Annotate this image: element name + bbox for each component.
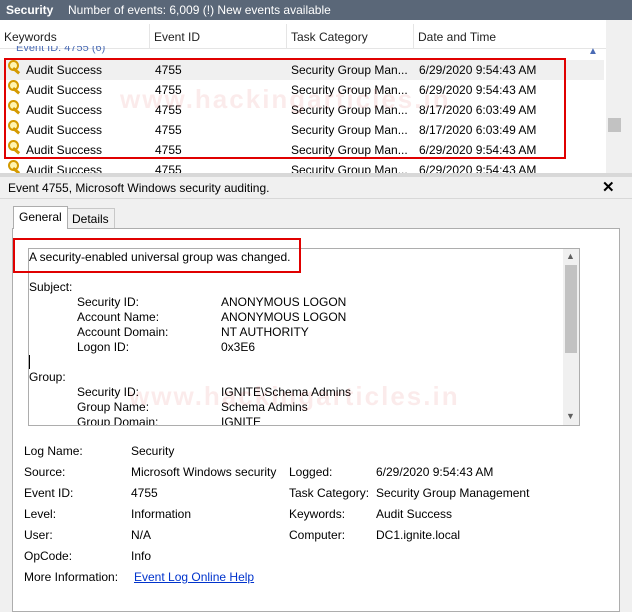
detail-header: Event 4755, Microsoft Windows security a…	[0, 178, 632, 199]
row-keyword: Audit Success	[26, 163, 103, 173]
prop-level-value: Information	[131, 507, 192, 521]
prop-user-value: N/A	[131, 528, 152, 542]
subject-field-value: 0x3E6	[221, 340, 256, 354]
close-icon[interactable]: ✕	[602, 178, 615, 198]
prop-source-label: Source:	[24, 465, 66, 479]
log-titlebar: Security Number of events: 6,009 (!) New…	[0, 0, 632, 20]
prop-task-value: Security Group Management	[376, 486, 530, 500]
prop-log-name-value: Security	[131, 444, 175, 458]
row-task-category: Security Group Man...	[291, 163, 408, 173]
event-list-scrollbar[interactable]	[606, 20, 624, 173]
subject-field-label: Account Domain:	[77, 325, 169, 339]
column-task-category[interactable]: Task Category	[287, 24, 414, 48]
prop-opcode-label: OpCode:	[24, 549, 73, 563]
subject-label: Subject:	[29, 280, 73, 294]
group-field-label: Group Domain:	[77, 415, 159, 426]
prop-log-name-label: Log Name:	[24, 444, 83, 458]
prop-source-value: Microsoft Windows security	[131, 465, 277, 479]
prop-more-info-label: More Information:	[24, 570, 119, 584]
table-row[interactable]: Audit Success 4755 Security Group Man... 6/…	[0, 160, 604, 173]
key-icon	[8, 160, 22, 173]
prop-opcode-value: Info	[131, 549, 152, 563]
collapse-icon[interactable]: ▲	[588, 46, 598, 57]
event-log-online-help-link[interactable]: Event Log Online Help	[134, 570, 254, 584]
subject-field-label: Security ID:	[77, 295, 140, 309]
prop-level-label: Level:	[24, 507, 57, 521]
prop-event-id-value: 4755	[131, 486, 158, 500]
row-event-id: 4755	[155, 163, 182, 173]
pane-splitter[interactable]	[0, 173, 632, 177]
subject-field-value: ANONYMOUS LOGON	[221, 295, 347, 309]
log-title: Security	[6, 3, 54, 17]
subject-field-value: ANONYMOUS LOGON	[221, 310, 347, 324]
group-header[interactable]: Event ID: 4755 (6)	[16, 46, 105, 54]
subject-field-label: Logon ID:	[77, 340, 130, 354]
prop-computer-value: DC1.ignite.local	[376, 528, 461, 542]
prop-user-label: User:	[24, 528, 53, 542]
prop-event-id-label: Event ID:	[24, 486, 74, 500]
subject-field-label: Account Name:	[77, 310, 160, 324]
event-message-box[interactable]: A security-enabled universal group was c…	[28, 248, 580, 426]
detail-title: Event 4755, Microsoft Windows security a…	[8, 181, 270, 195]
prop-logged-value: 6/29/2020 9:54:43 AM	[376, 465, 494, 479]
column-event-id[interactable]: Event ID	[150, 24, 287, 48]
scroll-down-icon[interactable]: ▼	[566, 411, 575, 421]
group-field-value: IGNITE	[221, 415, 262, 426]
row-date-time: 6/29/2020 9:54:43 AM	[419, 163, 537, 173]
group-label: Group:	[29, 370, 66, 384]
highlight-box-message	[13, 238, 301, 273]
tab-details[interactable]: Details	[66, 208, 115, 228]
prop-computer-label: Computer:	[289, 528, 346, 542]
text-cursor	[29, 355, 30, 369]
scrollbar-thumb[interactable]	[608, 118, 621, 132]
column-date-time[interactable]: Date and Time	[414, 24, 606, 48]
prop-keywords-label: Keywords:	[289, 507, 346, 521]
prop-keywords-value: Audit Success	[376, 507, 453, 521]
scroll-up-icon[interactable]: ▲	[566, 251, 575, 261]
column-keywords[interactable]: Keywords	[0, 24, 150, 48]
prop-logged-label: Logged:	[289, 465, 333, 479]
subject-field-value: NT AUTHORITY	[221, 325, 309, 339]
prop-task-label: Task Category:	[289, 486, 370, 500]
highlight-box-events	[4, 58, 566, 159]
message-scrollbar-thumb[interactable]	[565, 265, 577, 353]
message-scrollbar[interactable]: ▲ ▼	[563, 249, 579, 425]
tab-general[interactable]: General	[13, 206, 68, 229]
event-count-status: Number of events: 6,009 (!) New events a…	[68, 3, 331, 17]
watermark-2: www.hackingarticles.in	[129, 381, 460, 411]
